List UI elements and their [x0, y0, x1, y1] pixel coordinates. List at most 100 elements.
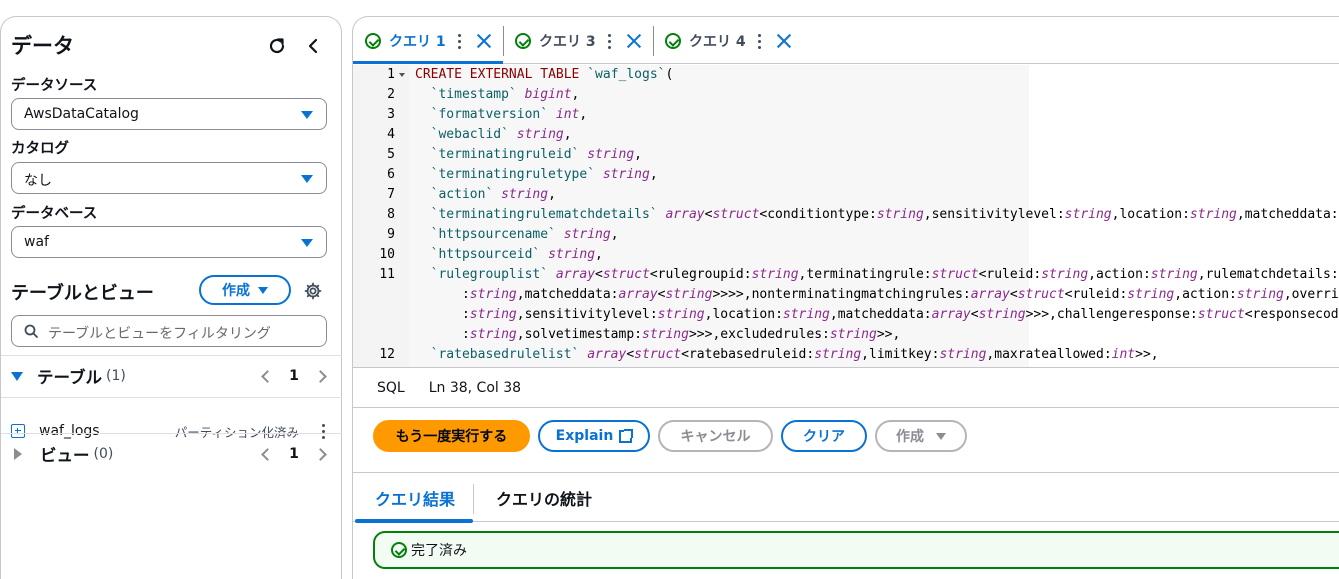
- line-number: 2: [387, 87, 395, 102]
- code-line[interactable]: :string,sensitivitylevel:string,location…: [415, 305, 1339, 325]
- line-number: 11: [379, 267, 395, 282]
- active-tab-indicator: [353, 61, 503, 64]
- code-line[interactable]: `action` string,: [415, 185, 556, 205]
- data-panel: データ データソース AwsDataCatalog カタログ なし データベース…: [0, 16, 342, 579]
- page-number[interactable]: 1: [289, 368, 299, 384]
- line-number: 10: [379, 247, 395, 262]
- cancel-label: キャンセル: [680, 429, 751, 445]
- views-section-header[interactable]: ビュー (0) 1: [11, 442, 329, 466]
- run-again-button[interactable]: もう一度実行する: [373, 420, 530, 452]
- tab-separator: [473, 484, 474, 514]
- caret-down-icon: [936, 432, 946, 440]
- chevron-right-icon[interactable]: [314, 447, 327, 461]
- success-check-icon: [515, 33, 531, 49]
- run-again-label: もう一度実行する: [395, 429, 508, 445]
- external-link-icon: [619, 428, 634, 443]
- code-line[interactable]: :string,solvetimestamp:string>>>,exclude…: [415, 325, 900, 345]
- more-options-icon[interactable]: [322, 424, 325, 439]
- divider: [1, 433, 342, 434]
- views-count: (0): [93, 446, 114, 462]
- status-alert: 完了済み: [373, 531, 1339, 569]
- action-bar: もう一度実行する Explain キャンセル クリア 作成: [353, 409, 1339, 473]
- clear-label: クリア: [803, 429, 845, 445]
- more-options-icon[interactable]: [607, 33, 611, 49]
- views-section-label: ビュー: [40, 446, 90, 465]
- filter-input[interactable]: テーブルとビューをフィルタリング: [11, 315, 327, 347]
- tables-section-header[interactable]: テーブル (1) 1: [11, 364, 329, 388]
- chevron-left-icon[interactable]: [261, 447, 274, 461]
- tab-query-results[interactable]: クエリ結果: [375, 486, 455, 510]
- more-options-icon[interactable]: [757, 33, 761, 49]
- tables-pagination: 1: [259, 364, 329, 388]
- caret-down-icon: [11, 371, 23, 381]
- explain-button[interactable]: Explain: [538, 420, 650, 452]
- caret-right-icon: [14, 448, 22, 460]
- tab-query-1[interactable]: クエリ 1: [365, 27, 491, 55]
- tab-separator: [503, 26, 504, 56]
- partitioned-badge: パーティション化済み: [174, 424, 299, 440]
- caret-down-icon: [301, 175, 313, 183]
- cancel-button[interactable]: キャンセル: [658, 420, 773, 452]
- tab-query-4[interactable]: クエリ 4: [665, 27, 791, 55]
- line-number: 7: [387, 187, 395, 202]
- result-tabs: クエリ結果 クエリの統計: [353, 474, 1339, 523]
- catalog-select[interactable]: なし: [11, 162, 327, 194]
- line-number: 3: [387, 107, 395, 122]
- catalog-label: カタログ: [11, 141, 69, 157]
- panel-title: データ: [11, 34, 74, 58]
- create-button[interactable]: 作成: [199, 275, 291, 305]
- code-line[interactable]: `terminatingruleid` string,: [415, 145, 642, 165]
- line-number: 9: [387, 227, 395, 242]
- table-row[interactable]: waf_logs パーティション化済み: [11, 419, 329, 443]
- create-dropdown-button[interactable]: 作成: [875, 420, 967, 452]
- data-source-select[interactable]: AwsDataCatalog: [11, 98, 327, 130]
- tab-query-3[interactable]: クエリ 3: [515, 27, 641, 55]
- line-number: 12: [379, 347, 395, 362]
- expand-plus-icon[interactable]: [11, 424, 25, 438]
- caret-down-icon: [301, 111, 313, 119]
- fold-caret-icon[interactable]: [399, 73, 405, 77]
- code-line[interactable]: `rulegrouplist` array<struct<rulegroupid…: [415, 265, 1339, 285]
- tables-views-title: テーブルとビュー: [11, 283, 154, 304]
- divider: [1, 397, 342, 398]
- refresh-icon[interactable]: [265, 34, 289, 58]
- code-line[interactable]: `timestamp` bigint,: [415, 85, 580, 105]
- search-icon: [24, 324, 38, 342]
- close-icon[interactable]: [627, 34, 641, 48]
- close-icon[interactable]: [777, 34, 791, 48]
- active-tab-indicator: [355, 519, 473, 523]
- catalog-value: なし: [24, 173, 52, 189]
- close-icon[interactable]: [477, 34, 491, 48]
- code-line[interactable]: `ratebasedrulelist` array<struct<ratebas…: [415, 345, 1159, 365]
- line-number: 6: [387, 167, 395, 182]
- chevron-right-icon[interactable]: [314, 369, 327, 383]
- code-line[interactable]: `httpsourcename` string,: [415, 225, 619, 245]
- views-pagination: 1: [259, 442, 329, 466]
- line-number: 5: [387, 147, 395, 162]
- database-select[interactable]: waf: [11, 226, 327, 258]
- code-line[interactable]: `terminatingruletype` string,: [415, 165, 658, 185]
- chevron-left-icon[interactable]: [261, 369, 274, 383]
- database-value: waf: [24, 234, 49, 250]
- code-line[interactable]: `httpsourceid` string,: [415, 245, 603, 265]
- tab-label: クエリ 3: [539, 34, 596, 50]
- clear-button[interactable]: クリア: [781, 420, 867, 452]
- code-line[interactable]: :string,matcheddata:array<string>>>>,non…: [415, 285, 1339, 305]
- code-line[interactable]: `webaclid` string,: [415, 125, 572, 145]
- table-name[interactable]: waf_logs: [39, 423, 100, 439]
- page-number[interactable]: 1: [289, 446, 299, 462]
- data-source-label: データソース: [11, 78, 98, 94]
- cursor-position: Ln 38, Col 38: [428, 379, 522, 396]
- collapse-panel-icon[interactable]: [301, 34, 325, 58]
- language-label: SQL: [377, 379, 405, 396]
- tab-query-stats[interactable]: クエリの統計: [496, 486, 592, 510]
- code-line[interactable]: `terminatingrulematchdetails` array<stru…: [415, 205, 1339, 225]
- database-label: データベース: [11, 206, 98, 222]
- line-number: 4: [387, 127, 395, 142]
- gear-icon[interactable]: [303, 281, 323, 301]
- more-options-icon[interactable]: [457, 33, 461, 49]
- code-line[interactable]: `formatversion` int,: [415, 105, 588, 125]
- divider: [1, 355, 342, 356]
- sql-editor[interactable]: 1 CREATE EXTERNAL TABLE `waf_logs`(2 `tim…: [353, 65, 1339, 367]
- code-line[interactable]: CREATE EXTERNAL TABLE `waf_logs`(: [415, 65, 673, 85]
